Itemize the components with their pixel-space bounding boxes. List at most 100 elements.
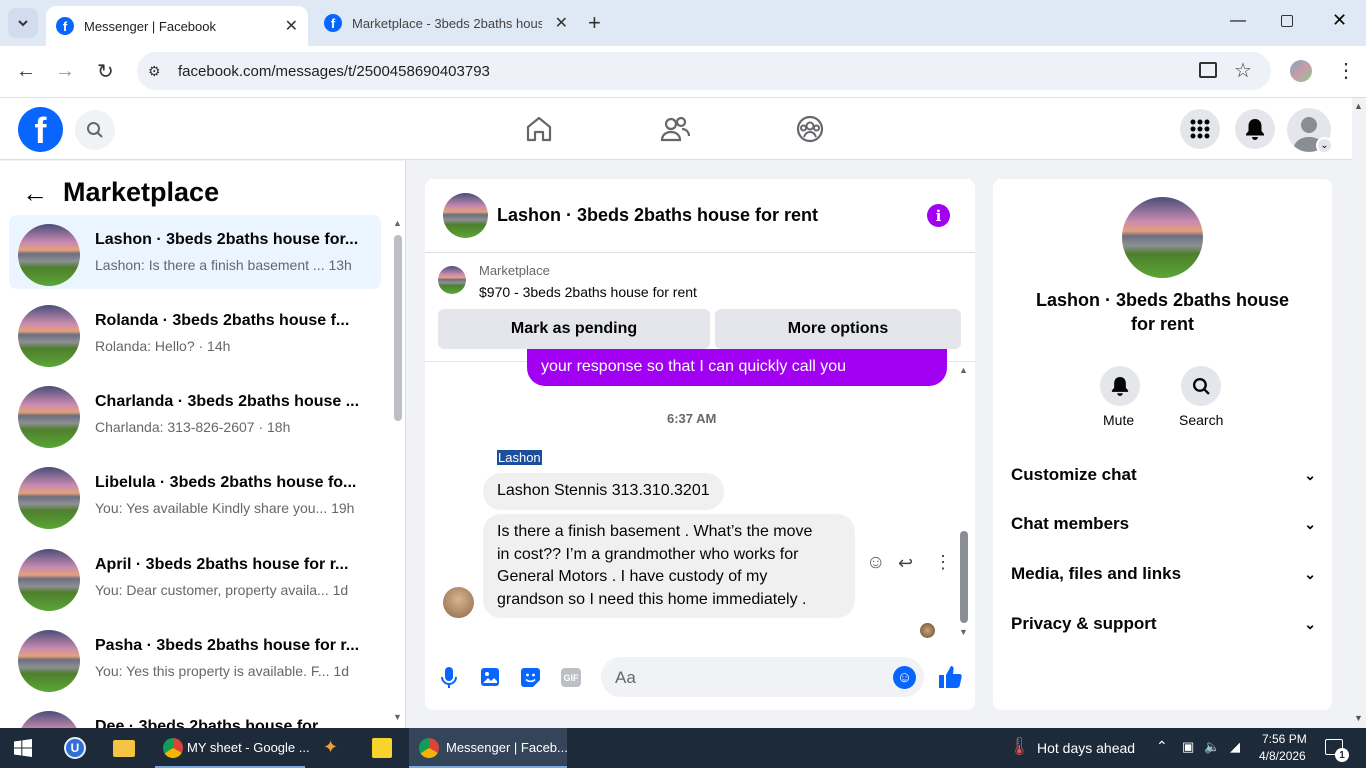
weather-icon[interactable]: 🌡: [1008, 736, 1031, 757]
start-button[interactable]: [14, 739, 32, 757]
tab-label: Messenger | Facebook: [84, 18, 216, 34]
groups-nav-button[interactable]: [795, 114, 825, 144]
account-chevron-icon[interactable]: ⌄: [1316, 137, 1333, 154]
groups-icon: [796, 115, 824, 143]
minimize-button[interactable]: —: [1230, 12, 1246, 30]
taskbar-item-sheets[interactable]: MY sheet - Google ...: [155, 728, 310, 768]
menu-button[interactable]: [1180, 109, 1220, 149]
browser-menu-icon[interactable]: ⋮: [1336, 58, 1356, 83]
fb-search-button[interactable]: [75, 110, 115, 150]
listing-avatar: [18, 549, 80, 611]
notification-count-badge: 1: [1335, 748, 1349, 762]
chevron-down-icon: ⌄: [1304, 515, 1316, 532]
notifications-button[interactable]: [1235, 109, 1275, 149]
tab-label: Marketplace - 3beds 2baths house: [352, 15, 542, 31]
list-scrollbar[interactable]: [394, 235, 402, 421]
tray-chevron-icon[interactable]: ⌃: [1156, 738, 1168, 755]
facebook-logo-icon[interactable]: f: [18, 107, 63, 152]
media-files-links-section[interactable]: Media, files and links ⌄: [1011, 564, 1316, 584]
react-emoji-icon[interactable]: ☺: [866, 552, 885, 574]
conversation-item[interactable]: Lashon · 3beds 2baths house for... Lasho…: [9, 215, 381, 289]
photo-icon: [481, 668, 499, 686]
received-message-bubble[interactable]: Lashon Stennis 313.310.3201: [483, 473, 724, 510]
tab-marketplace[interactable]: f Marketplace - 3beds 2baths house ✕: [314, 0, 578, 46]
tab-search-button[interactable]: [8, 8, 38, 38]
attach-photo-button[interactable]: [480, 667, 500, 687]
scroll-down-arrow-icon[interactable]: ▼: [393, 712, 402, 722]
section-label: Customize chat: [1011, 465, 1137, 484]
scroll-up-arrow-icon[interactable]: ▲: [959, 365, 968, 375]
home-icon: [526, 116, 552, 142]
received-message-bubble[interactable]: Is there a finish basement . What’s the …: [483, 514, 855, 618]
details-avatar[interactable]: [1122, 197, 1203, 278]
chat-scrollbar[interactable]: [960, 531, 968, 623]
windows-logo-icon: [14, 739, 32, 757]
restore-button[interactable]: [1281, 15, 1293, 27]
listing-avatar: [18, 386, 80, 448]
conversation-title: Rolanda · 3beds 2baths house f...: [95, 312, 350, 329]
bell-icon: [1111, 377, 1129, 396]
sender-avatar[interactable]: [443, 587, 474, 618]
reload-button[interactable]: ↻: [97, 59, 114, 84]
volume-icon[interactable]: 🔈: [1204, 739, 1220, 755]
conversation-item[interactable]: Rolanda · 3beds 2baths house f... Roland…: [9, 296, 381, 370]
scroll-down-arrow-icon[interactable]: ▼: [959, 627, 968, 637]
info-button[interactable]: i: [927, 204, 950, 227]
scroll-up-arrow-icon[interactable]: ▲: [393, 218, 402, 228]
conversation-item[interactable]: Libelula · 3beds 2baths house fo... You:…: [9, 458, 381, 532]
file-explorer-icon[interactable]: [113, 740, 135, 757]
search-label: Search: [1179, 412, 1224, 428]
conversation-item[interactable]: Charlanda · 3beds 2baths house ... Charl…: [9, 377, 381, 451]
chat-members-section[interactable]: Chat members ⌄: [1011, 514, 1316, 534]
page-scroll-down-icon[interactable]: ▼: [1354, 713, 1363, 723]
friends-icon: [660, 116, 690, 142]
conversation-item[interactable]: April · 3beds 2baths house for r... You:…: [9, 540, 381, 614]
close-icon[interactable]: ✕: [285, 16, 298, 36]
sticker-button[interactable]: [520, 667, 541, 688]
forward-button[interactable]: →: [55, 60, 75, 83]
shield-app-icon[interactable]: U: [64, 737, 86, 759]
tab-messenger[interactable]: f Messenger | Facebook ✕: [46, 6, 308, 46]
voice-clip-button[interactable]: [440, 666, 458, 690]
close-icon[interactable]: ✕: [555, 13, 568, 33]
friends-nav-button[interactable]: [660, 114, 690, 144]
install-icon[interactable]: [1199, 62, 1217, 78]
page-scroll-up-icon[interactable]: ▲: [1354, 101, 1363, 111]
weather-text[interactable]: Hot days ahead: [1037, 740, 1135, 756]
chat-avatar[interactable]: [443, 193, 488, 238]
network-icon[interactable]: ▣: [1182, 739, 1194, 755]
home-nav-button[interactable]: [524, 114, 554, 144]
clock-date[interactable]: 4/8/2026: [1259, 749, 1306, 763]
mute-button[interactable]: [1100, 366, 1140, 406]
close-window-button[interactable]: ✕: [1332, 10, 1347, 31]
section-label: Media, files and links: [1011, 564, 1182, 583]
sticky-notes-icon[interactable]: [372, 738, 392, 758]
conversation-snippet: Lashon: Is there a finish basement ... 1…: [95, 257, 352, 273]
like-button[interactable]: [937, 664, 963, 690]
gif-button[interactable]: GIF: [561, 668, 581, 687]
customize-chat-section[interactable]: Customize chat ⌄: [1011, 465, 1316, 485]
chat-title[interactable]: Lashon · 3beds 2baths house for rent: [497, 205, 818, 226]
emoji-button[interactable]: ☺: [893, 666, 916, 689]
privacy-support-section[interactable]: Privacy & support ⌄: [1011, 614, 1316, 634]
app-launcher-icon[interactable]: ✦: [323, 737, 338, 758]
url-text: facebook.com/messages/t/2500458690403793: [178, 63, 490, 80]
taskbar-item-messenger[interactable]: Messenger | Faceb...: [409, 728, 568, 768]
bell-icon: [1246, 119, 1264, 140]
conversation-item[interactable]: Dee · 3beds 2baths house for ...: [9, 702, 381, 728]
bookmark-star-icon[interactable]: ☆: [1234, 58, 1252, 83]
clock-time[interactable]: 7:56 PM: [1262, 732, 1307, 746]
search-conversation-button[interactable]: [1181, 366, 1221, 406]
back-button[interactable]: ←: [16, 60, 36, 83]
message-input[interactable]: [601, 657, 924, 697]
listing-avatar: [18, 305, 80, 367]
back-arrow-icon[interactable]: ←: [22, 178, 48, 209]
chevron-down-icon: ⌄: [1304, 615, 1316, 632]
more-actions-icon[interactable]: ⋮: [934, 552, 952, 573]
reply-icon[interactable]: ↩: [898, 553, 913, 574]
profile-icon[interactable]: [1290, 60, 1312, 82]
wifi-icon[interactable]: ◢: [1230, 739, 1240, 755]
site-info-icon[interactable]: ⚙: [148, 63, 161, 80]
new-tab-button[interactable]: +: [588, 10, 601, 36]
conversation-item[interactable]: Pasha · 3beds 2baths house for r... You:…: [9, 621, 381, 695]
